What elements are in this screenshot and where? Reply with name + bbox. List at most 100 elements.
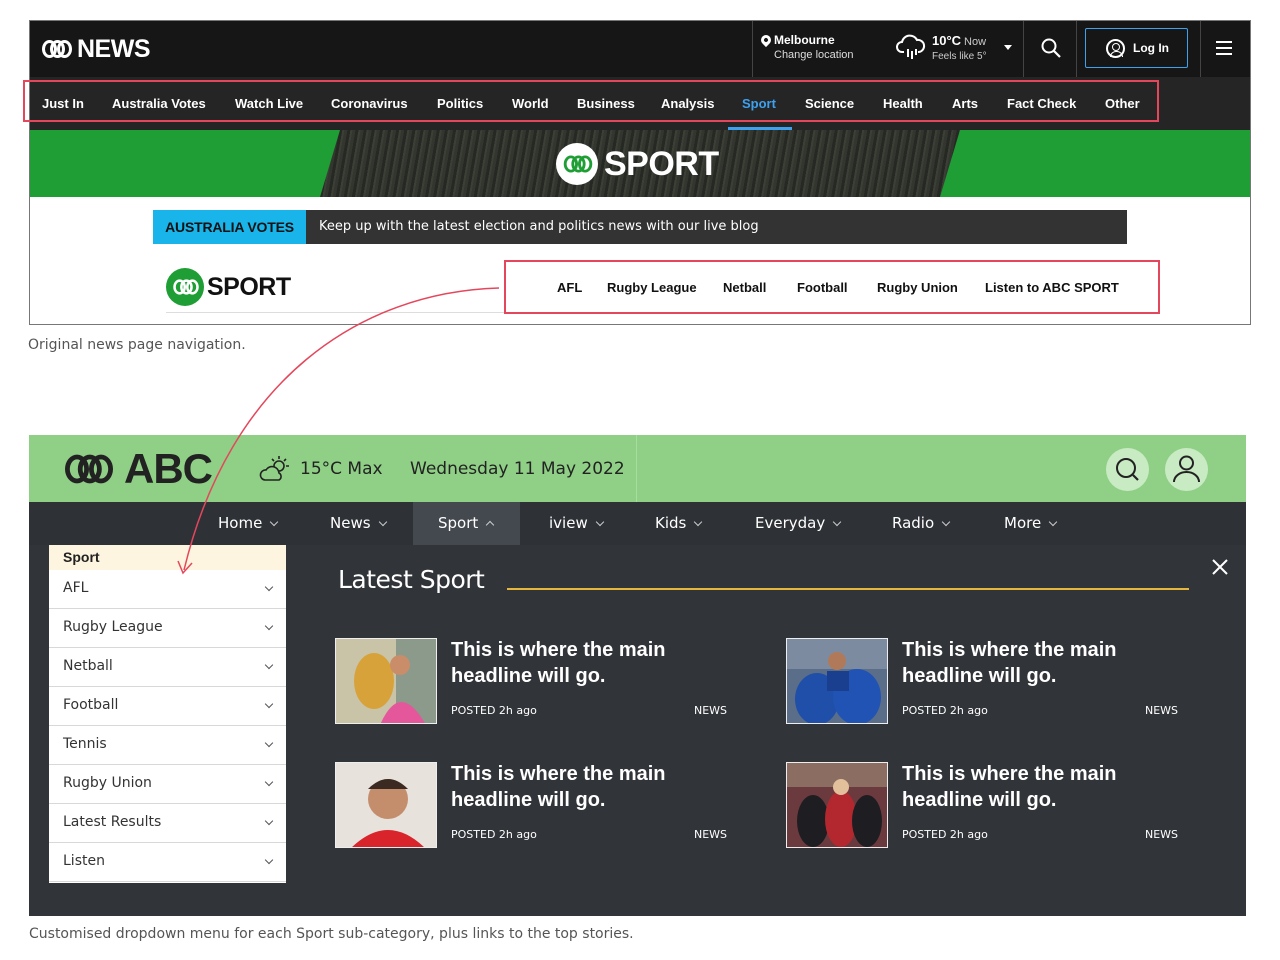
header-divider — [636, 435, 637, 502]
dropdown-item-label: AFL — [63, 580, 89, 596]
abc-nav-news[interactable]: News — [330, 502, 387, 545]
dropdown-item-label: Tennis — [63, 736, 107, 752]
chevron-down-icon — [264, 660, 274, 670]
story-posted: POSTED 2h ago — [902, 704, 988, 717]
story-posted: POSTED 2h ago — [451, 828, 537, 841]
login-button[interactable]: Log In — [1085, 28, 1188, 68]
change-location-link[interactable]: Change location — [774, 48, 854, 63]
story-thumbnail[interactable] — [335, 762, 437, 848]
dropdown-item-tennis[interactable]: Tennis — [49, 726, 286, 765]
abc-nav-everyday[interactable]: Everyday — [755, 502, 842, 545]
chevron-down-icon — [264, 582, 274, 592]
story-card[interactable]: This is where the main headline will go.… — [335, 762, 735, 852]
story-card[interactable]: This is where the main headline will go.… — [786, 762, 1186, 852]
abc-sport-logo[interactable]: SPORT — [166, 268, 291, 306]
chevron-down-icon — [694, 517, 703, 527]
story-headline[interactable]: This is where the main headline will go. — [451, 637, 731, 689]
sport-dropdown-menu: Sport AFL Rugby League Netball Football … — [49, 545, 286, 883]
story-thumbnail[interactable] — [786, 762, 888, 848]
dropdown-item-label: Listen — [63, 853, 105, 869]
abc-logo-icon — [166, 268, 204, 306]
dropdown-item-listen[interactable]: Listen — [49, 843, 286, 882]
story-posted: POSTED 2h ago — [902, 828, 988, 841]
search-button[interactable] — [1106, 448, 1149, 491]
close-icon[interactable] — [1210, 557, 1230, 577]
dropdown-item-label: Rugby League — [63, 619, 163, 635]
story-card[interactable]: This is where the main headline will go.… — [335, 638, 735, 728]
abc-temperature: 15°C Max — [300, 459, 383, 479]
current-temp: 10°C — [932, 33, 962, 48]
location-selector[interactable]: Melbourne Change location — [758, 32, 854, 63]
story-tag[interactable]: NEWS — [694, 827, 727, 843]
dropdown-item-football[interactable]: Football — [49, 687, 286, 726]
abc-nav-home[interactable]: Home — [218, 502, 279, 545]
search-icon[interactable] — [1040, 37, 1062, 59]
story-card[interactable]: This is where the main headline will go.… — [786, 638, 1186, 728]
abc-logo-icon — [65, 454, 113, 484]
abc-nav-label: Sport — [438, 514, 479, 532]
story-tag[interactable]: NEWS — [694, 703, 727, 719]
chevron-down-icon — [264, 777, 274, 787]
abc-nav-label: More — [1004, 514, 1042, 532]
caption-top: Original news page navigation. — [28, 337, 246, 353]
chevron-down-icon — [264, 816, 274, 826]
dropdown-item-rugby-union[interactable]: Rugby Union — [49, 765, 286, 804]
dropdown-heading: Sport — [49, 545, 286, 570]
dropdown-item-latest-results[interactable]: Latest Results — [49, 804, 286, 843]
story-tag[interactable]: NEWS — [1145, 827, 1178, 843]
story-tag[interactable]: NEWS — [1145, 703, 1178, 719]
sun-cloud-icon — [259, 456, 289, 481]
dropdown-item-rugby-league[interactable]: Rugby League — [49, 609, 286, 648]
pin-icon — [758, 32, 774, 48]
story-headline[interactable]: This is where the main headline will go. — [451, 761, 731, 813]
votes-message: Keep up with the latest election and pol… — [319, 219, 759, 234]
abc-nav-label: iview — [549, 514, 588, 532]
abc-date: Wednesday 11 May 2022 — [410, 459, 625, 479]
chevron-down-icon — [595, 517, 604, 527]
cloud-rain-icon — [896, 34, 926, 59]
abc-nav-iview[interactable]: iview — [549, 502, 604, 545]
abc-logo-icon — [556, 143, 598, 185]
chevron-down-icon — [941, 517, 951, 527]
chevron-down-icon — [264, 699, 274, 709]
abc-logo-text: ABC — [124, 445, 213, 492]
highlight-sport-subnav — [504, 260, 1160, 314]
abc-nav-radio[interactable]: Radio — [892, 502, 951, 545]
story-headline[interactable]: This is where the main headline will go. — [902, 637, 1182, 689]
dropdown-item-netball[interactable]: Netball — [49, 648, 286, 687]
chevron-down-icon — [378, 517, 387, 527]
login-label: Log In — [1133, 41, 1169, 55]
caret-down-icon[interactable] — [1004, 45, 1012, 50]
abc-logo-icon — [42, 40, 72, 58]
latest-sport-heading: Latest Sport — [338, 565, 485, 594]
abc-nav-label: News — [330, 514, 371, 532]
caption-bottom: Customised dropdown menu for each Sport … — [29, 926, 634, 942]
chevron-down-icon — [1048, 517, 1058, 527]
australia-votes-bar[interactable]: AUSTRALIA VOTES Keep up with the latest … — [153, 210, 1127, 244]
banner-sport-word: SPORT — [604, 145, 719, 183]
story-headline[interactable]: This is where the main headline will go. — [902, 761, 1182, 813]
chevron-down-icon — [264, 621, 274, 631]
location-name: Melbourne — [774, 33, 835, 47]
story-thumbnail[interactable] — [335, 638, 437, 724]
story-posted: POSTED 2h ago — [451, 704, 537, 717]
dropdown-item-label: Football — [63, 697, 119, 713]
news-logo-text: NEWS — [77, 35, 151, 63]
dropdown-item-afl[interactable]: AFL — [49, 570, 286, 609]
abc-nav-label: Radio — [892, 514, 935, 532]
abc-sport-banner-logo[interactable]: SPORT — [556, 143, 719, 185]
highlight-main-nav — [23, 80, 1159, 122]
chevron-down-icon — [264, 855, 274, 865]
chevron-down-icon — [264, 738, 274, 748]
abc-nav-kids[interactable]: Kids — [655, 502, 703, 545]
abc-nav-sport[interactable]: Sport — [438, 502, 495, 545]
abc-logo[interactable]: ABC — [62, 445, 213, 492]
abc-news-logo[interactable]: NEWS — [42, 34, 151, 64]
dropdown-item-label: Latest Results — [63, 814, 162, 830]
news-header: NEWS Melbourne Change location 10°C Now F… — [30, 21, 1250, 77]
feels-like: Feels like 5° — [932, 51, 987, 62]
hamburger-icon[interactable] — [1216, 41, 1232, 55]
story-thumbnail[interactable] — [786, 638, 888, 724]
abc-nav-more[interactable]: More — [1004, 502, 1058, 545]
account-button[interactable] — [1165, 448, 1208, 491]
